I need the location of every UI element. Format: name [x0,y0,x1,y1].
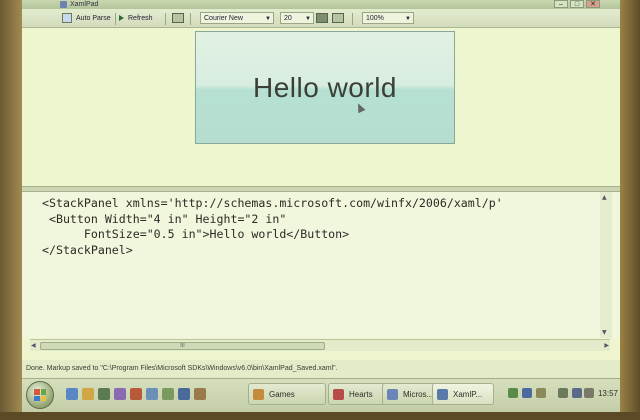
document-icon [387,389,398,400]
auto-parse-checkbox[interactable] [62,13,72,23]
maximize-button[interactable]: □ [570,0,584,8]
window-title: XamlPad [70,1,99,8]
app-shortcut-icon[interactable] [194,388,206,400]
taskbar-item-label: Games [269,390,295,399]
tray-icon[interactable] [522,388,532,398]
window-controls: – □ ✕ [554,0,600,9]
toolbar-separator [190,13,191,25]
minimize-button[interactable]: – [554,0,568,8]
projector-left-edge [0,0,22,420]
toolbar-separator [165,13,166,25]
code-line: <Button Width="4 in" Height="2 in" [42,211,287,226]
projector-bottom-edge [0,412,640,420]
scroll-down-icon[interactable]: ▼ [602,329,607,336]
battery-icon[interactable] [558,388,568,398]
vertical-scrollbar[interactable]: ▲ ▼ [600,192,612,338]
zoom-value: 100% [366,15,384,22]
taskbar-item-label: Hearts [349,390,373,399]
scroll-up-icon[interactable]: ▲ [602,194,607,201]
taskbar-item-xamlpad[interactable]: XamlP... [432,383,494,405]
volume-icon[interactable] [584,388,594,398]
chevron-down-icon: ▼ [305,16,311,22]
font-size-select[interactable]: 20 ▼ [280,12,314,24]
chevron-down-icon: ▼ [265,16,271,22]
xaml-editor[interactable]: <StackPanel xmlns='http://schemas.micros… [22,192,620,338]
code-line: FontSize="0.5 in">Hello world</Button> [42,227,350,241]
auto-parse-label[interactable]: Auto Parse [73,12,114,24]
horizontal-scroll-thumb[interactable]: III [40,342,325,350]
grid-icon[interactable] [332,13,344,23]
taskbar-item-label: Micros... [403,390,434,399]
taskbar: Games Hearts Micros... XamlP... 13:57 [22,378,620,412]
code-line: <StackPanel xmlns='http://schemas.micros… [42,196,503,210]
status-bar: Done. Markup saved to "C:\Program Files\… [22,360,620,378]
xamlpad-app-icon [60,1,67,8]
app-shortcut-icon[interactable] [114,388,126,400]
xamlpad-icon [437,389,448,400]
media-player-icon[interactable] [98,388,110,400]
start-button[interactable] [26,381,54,409]
app-shortcut-icon[interactable] [130,388,142,400]
toolbar-separator [352,13,353,25]
print-icon[interactable] [172,13,184,23]
font-family-select[interactable]: Courier New ▼ [200,12,274,24]
scroll-left-icon[interactable]: ◀ [31,342,36,349]
horizontal-scrollbar[interactable]: ◀ III ▶ [30,339,610,351]
chevron-down-icon: ▼ [405,16,411,22]
toolbar: Auto Parse Refresh Courier New ▼ 20 ▼ 10… [22,9,620,28]
hello-world-button[interactable]: Hello world [195,31,455,144]
app-shortcut-icon[interactable] [178,388,190,400]
network-icon[interactable] [572,388,582,398]
status-text: Done. Markup saved to "C:\Program Files\… [26,365,338,372]
projector-right-edge [620,0,640,420]
taskbar-item-games[interactable]: Games [248,383,326,405]
refresh-button[interactable]: Refresh [125,12,156,24]
games-icon [253,389,264,400]
tray-icon[interactable] [508,388,518,398]
clock[interactable]: 13:57 [598,383,618,405]
tray-icon[interactable] [536,388,546,398]
app-shortcut-icon[interactable] [146,388,158,400]
scroll-right-icon[interactable]: ▶ [604,342,609,349]
app-shortcut-icon[interactable] [162,388,174,400]
zoom-select[interactable]: 100% ▼ [362,12,414,24]
scroll-grip: III [180,343,185,349]
taskbar-item-label: XamlP... [453,390,483,399]
layout-icon[interactable] [316,13,328,23]
code-line: </StackPanel> [42,242,133,257]
close-button[interactable]: ✕ [586,0,600,8]
font-family-value: Courier New [204,15,243,22]
windows-logo-icon [34,389,46,401]
folder-icon[interactable] [82,388,94,400]
font-size-value: 20 [284,15,292,22]
toolbar-separator [115,13,116,25]
xamlpad-window: XamlPad – □ ✕ Auto Parse Refresh Courier… [22,0,620,412]
title-bar: XamlPad – □ ✕ [22,0,620,9]
internet-explorer-icon[interactable] [66,388,78,400]
preview-pane: Hello world [22,29,620,186]
hearts-icon [333,389,344,400]
